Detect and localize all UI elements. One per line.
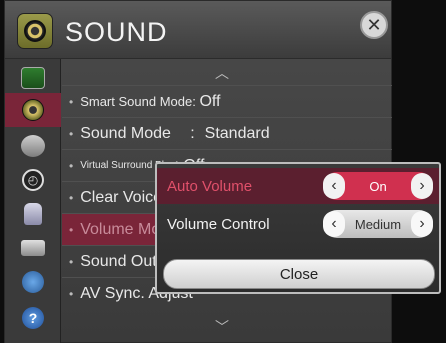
volume-control-row[interactable]: Volume Control ‹ Medium › <box>157 206 439 242</box>
sidebar-item-support[interactable]: ? <box>5 301 61 335</box>
sidebar-item-option[interactable] <box>5 231 61 265</box>
row-value: Standard <box>204 124 270 142</box>
bullet-icon: • <box>69 94 74 109</box>
sidebar-item-network[interactable] <box>5 265 61 299</box>
list-item-smart-sound-mode[interactable]: • Smart Sound Mode : Off <box>62 85 392 117</box>
auto-volume-row[interactable]: Auto Volume ‹ On › <box>157 168 439 204</box>
sidebar-item-picture[interactable] <box>5 61 61 95</box>
row-value: Off <box>199 92 221 110</box>
speaker-icon <box>17 13 53 49</box>
bullet-icon: • <box>69 222 74 237</box>
auto-volume-value: On <box>369 178 387 194</box>
bullet-icon: • <box>69 254 74 269</box>
bullet-icon: • <box>69 126 74 141</box>
sidebar-item-channel[interactable] <box>5 129 61 163</box>
auto-volume-stepper[interactable]: ‹ On › <box>323 172 433 200</box>
row-label: Clear Voice <box>80 188 163 206</box>
row-sep: : <box>192 94 200 109</box>
picture-icon <box>21 67 45 89</box>
volume-control-stepper[interactable]: ‹ Medium › <box>323 210 433 238</box>
volume-mode-popup: Auto Volume ‹ On › Volume Control ‹ Medi… <box>155 162 441 294</box>
page-title: SOUND <box>65 17 168 47</box>
support-icon: ? <box>22 307 44 329</box>
volume-control-label: Volume Control <box>167 215 270 233</box>
sidebar: ◴ ? <box>5 59 61 343</box>
sidebar-item-time[interactable]: ◴ <box>5 163 61 197</box>
network-icon <box>22 271 44 293</box>
channel-icon <box>21 135 45 157</box>
chevron-right-icon[interactable]: › <box>411 173 433 199</box>
bullet-icon: • <box>69 286 74 301</box>
chevron-left-icon[interactable]: ‹ <box>323 173 345 199</box>
sidebar-item-sound[interactable] <box>5 93 61 127</box>
chevron-left-icon[interactable]: ‹ <box>323 211 345 237</box>
close-button[interactable]: Close <box>163 259 435 289</box>
option-icon <box>21 240 45 256</box>
bullet-icon: • <box>69 158 74 173</box>
sound-icon <box>22 99 44 121</box>
row-label: Sound Mode <box>80 124 171 142</box>
menu-header: SOUND <box>5 1 391 59</box>
volume-control-value: Medium <box>354 216 402 232</box>
sidebar-item-lock[interactable] <box>5 197 61 231</box>
list-item-sound-mode[interactable]: • Sound Mode : Standard <box>62 117 392 149</box>
lock-icon <box>24 203 42 225</box>
time-icon: ◴ <box>22 169 44 191</box>
scroll-down-icon[interactable]: ﹀ <box>212 317 232 335</box>
auto-volume-label: Auto Volume <box>167 177 253 195</box>
row-sep: : <box>190 124 195 142</box>
close-icon[interactable]: ✕ <box>360 11 388 39</box>
row-label: Sound Out <box>80 252 157 270</box>
scroll-up-icon[interactable]: ︿ <box>212 63 232 81</box>
row-label: Smart Sound Mode <box>80 94 193 109</box>
chevron-right-icon[interactable]: › <box>411 211 433 237</box>
bullet-icon: • <box>69 190 74 205</box>
